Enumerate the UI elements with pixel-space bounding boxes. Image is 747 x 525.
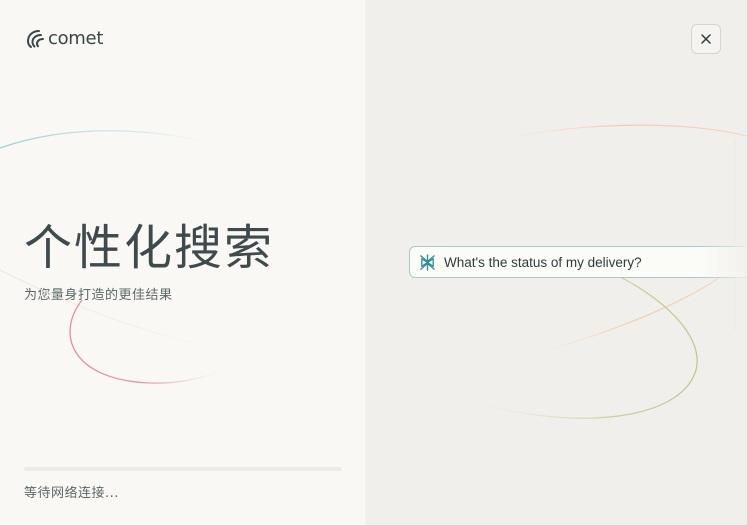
onboarding-window: comet 个性化搜索 为您量身打造的更佳结果 等待网络连接... What's… [0, 0, 747, 525]
app-logo: comet [24, 27, 103, 49]
comet-logo-icon [26, 30, 44, 48]
close-button[interactable] [691, 24, 721, 54]
close-icon [701, 34, 711, 44]
logo-text: comet [48, 27, 104, 49]
subtitle: 为您量身打造的更佳结果 [24, 288, 173, 303]
status-text: 等待网络连接... [24, 486, 119, 501]
headline: 个性化搜索 [24, 220, 275, 276]
loading-progress-bar [24, 467, 342, 471]
comet-search-icon [420, 253, 435, 271]
example-query-text: What's the status of my delivery? [444, 254, 642, 270]
example-query-bar: What's the status of my delivery? [409, 246, 747, 278]
left-panel: comet 个性化搜索 为您量身打造的更佳结果 等待网络连接... [0, 0, 365, 525]
